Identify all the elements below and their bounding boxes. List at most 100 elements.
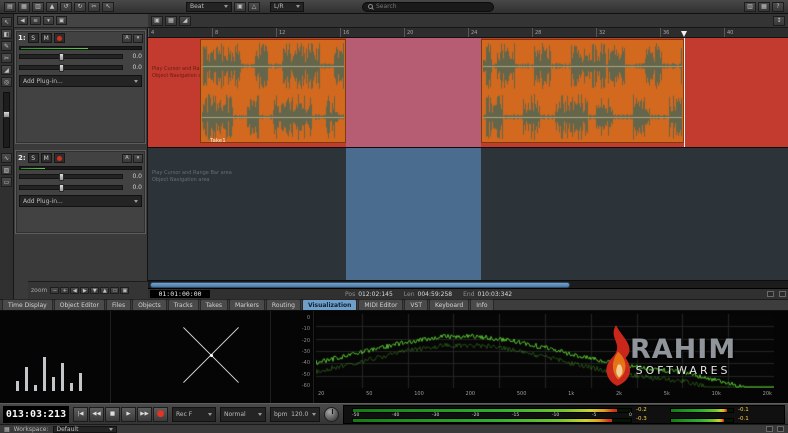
record-arm-button[interactable] (54, 153, 65, 163)
statusbar-option-icon[interactable] (766, 426, 773, 432)
vertical-zoom-fader[interactable] (3, 92, 10, 148)
cpu-meter-icon[interactable]: ▥ (744, 2, 756, 12)
snap-icon[interactable]: △ (248, 2, 260, 12)
stop-button[interactable]: ■ (105, 407, 120, 422)
panel-menu-icon[interactable]: ≡ (30, 16, 41, 25)
record-mode-select[interactable]: Rec F (172, 407, 216, 422)
range-selection[interactable] (346, 148, 481, 281)
pan-fader[interactable] (19, 65, 123, 70)
zoom-in-h-icon[interactable]: + (60, 287, 69, 294)
play-mode-select[interactable]: Normal (220, 407, 266, 422)
track-1-header[interactable]: 1: S M A▾ 0.0 0.0 Ad (15, 30, 146, 144)
fader-handle[interactable] (59, 64, 64, 72)
search-input[interactable] (376, 3, 476, 10)
monitor-volume-knob[interactable] (324, 407, 339, 422)
mute-button[interactable]: M (41, 153, 52, 163)
main-toolbar: ▤▦▥▲↺↻✂↖ Beat ▣△ L/R ▥▦? (0, 0, 788, 14)
record-arm-button[interactable] (54, 33, 65, 43)
tempo-select[interactable]: bpm 120.0 (270, 407, 320, 422)
lane-hint-text: Play Cursor and Range Bar area Object Na… (152, 170, 232, 184)
save-project-icon[interactable]: ▥ (32, 2, 44, 12)
export-icon[interactable]: ▲ (46, 2, 58, 12)
grid-icon[interactable]: ▣ (234, 2, 246, 12)
statusbar-layout-icon[interactable] (777, 426, 784, 432)
fader-handle[interactable] (59, 173, 64, 181)
zoom-preset-icon[interactable] (779, 291, 786, 297)
fit-project-icon[interactable] (767, 291, 774, 297)
fade-tool-icon[interactable]: ◢ (1, 65, 12, 75)
solo-button[interactable]: S (28, 153, 39, 163)
fader-handle[interactable] (59, 184, 64, 192)
zoom-all-icon[interactable]: ▣ (120, 287, 129, 294)
add-plugin-label: Add Plug-in... (23, 78, 63, 85)
panel-tools-icon[interactable]: ▣ (56, 16, 67, 25)
new-project-icon[interactable]: ▤ (4, 2, 16, 12)
zoom-in-v-icon[interactable]: ▲ (100, 287, 109, 294)
audio-object[interactable] (200, 39, 346, 143)
scrollbar-thumb[interactable] (150, 282, 570, 288)
select-tool-icon[interactable]: ↖ (1, 17, 12, 27)
automation-icon[interactable]: A (122, 154, 132, 163)
cut-tool-icon[interactable]: ✂ (1, 53, 12, 63)
auto-crossfade-icon[interactable]: ◢ (179, 16, 191, 26)
horizontal-scrollbar[interactable] (148, 281, 788, 289)
fader-handle[interactable] (3, 111, 10, 118)
track-2-lane[interactable]: Play Cursor and Range Bar area Object Na… (148, 148, 788, 281)
track-menu-icon[interactable]: ▾ (133, 34, 143, 43)
volume-fader[interactable] (19, 54, 123, 59)
scroll-left-icon[interactable]: ◀ (70, 287, 79, 294)
redo-icon[interactable]: ↻ (74, 2, 86, 12)
fader-handle[interactable] (59, 53, 64, 61)
watermark-subtitle: SOFTWARES (636, 364, 731, 377)
grid-toggle-icon[interactable]: ▦ (165, 16, 177, 26)
record-button[interactable]: ● (153, 407, 168, 422)
zoom-tool-icon[interactable]: ◎ (1, 77, 12, 87)
track-number: 1: (18, 34, 26, 42)
channel-mode-select[interactable]: L/R (270, 2, 304, 12)
search-box[interactable] (362, 2, 494, 12)
track-2-header[interactable]: 2: S M A▾ 0.0 0.0 Ad (15, 150, 146, 234)
add-plugin-select[interactable]: Add Plug-in... (19, 195, 142, 207)
scrub-tool-icon[interactable]: ∿ (1, 153, 12, 163)
timeline-ruler[interactable]: 481216202428323640 (148, 28, 788, 38)
zoom-out-v-icon[interactable]: ▼ (90, 287, 99, 294)
fast-forward-button[interactable]: ▶▶ (137, 407, 152, 422)
zoom-out-h-icon[interactable]: − (50, 287, 59, 294)
playhead-cursor[interactable] (684, 38, 685, 148)
zoom-range-icon[interactable]: ▭ (110, 287, 119, 294)
mute-object-tool-icon[interactable]: ▭ (1, 177, 12, 187)
range-selection[interactable] (346, 38, 481, 148)
scroll-right-icon[interactable]: ▶ (80, 287, 89, 294)
play-button[interactable]: ▶ (121, 407, 136, 422)
pencil-tool-icon[interactable]: ✎ (1, 41, 12, 51)
audio-object[interactable] (481, 39, 684, 143)
rewind-button[interactable]: ◀◀ (89, 407, 104, 422)
mouse-mode-icon[interactable]: ↖ (102, 2, 114, 12)
cut-icon[interactable]: ✂ (88, 2, 100, 12)
collapse-panel-icon[interactable]: ◀ (17, 16, 28, 25)
add-plugin-select[interactable]: Add Plug-in... (19, 75, 142, 87)
color-tool-icon[interactable]: ▨ (1, 165, 12, 175)
workspace-select[interactable]: Default (53, 426, 117, 433)
undo-icon[interactable]: ↺ (60, 2, 72, 12)
chevron-down-icon (224, 5, 228, 8)
track-menu-icon[interactable]: ▾ (133, 154, 143, 163)
goniometer-scope (168, 317, 254, 393)
beat-grid-select[interactable]: Beat (186, 2, 232, 12)
solo-button[interactable]: S (28, 33, 39, 43)
snap-toggle-icon[interactable]: ▣ (151, 16, 163, 26)
automation-icon[interactable]: A (122, 34, 132, 43)
scroll-mode-icon[interactable]: ↕ (773, 16, 785, 26)
panel-pin-icon[interactable]: ▾ (43, 16, 54, 25)
playhead-marker-icon[interactable] (681, 31, 687, 37)
range-tool-icon[interactable]: ◧ (1, 29, 12, 39)
layout-icon[interactable]: ▦ (758, 2, 770, 12)
volume-fader[interactable] (19, 174, 123, 179)
help-icon[interactable]: ? (772, 2, 784, 12)
mute-button[interactable]: M (41, 33, 52, 43)
open-project-icon[interactable]: ▦ (18, 2, 30, 12)
go-to-start-button[interactable]: |◀ (73, 407, 88, 422)
track-1-lane[interactable]: Play Cursor and Range Bar area Object Na… (148, 38, 788, 148)
pan-fader[interactable] (19, 185, 123, 190)
statusbar-menu-icon[interactable]: ▦ (4, 426, 10, 433)
